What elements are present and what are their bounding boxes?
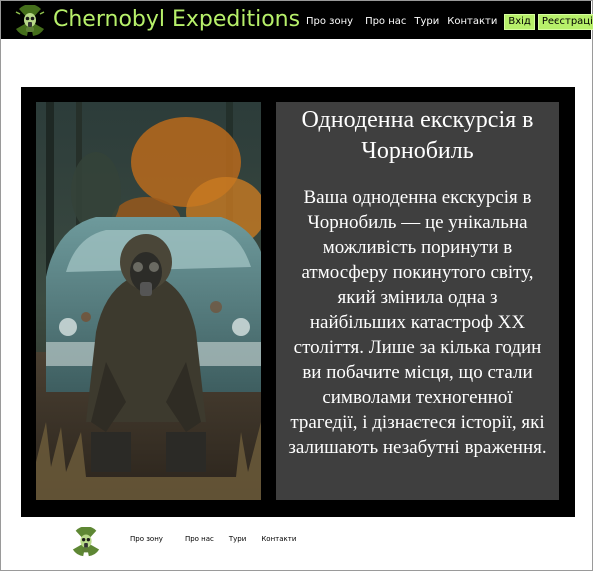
nav-about-us[interactable]: Про нас	[365, 16, 406, 28]
site-header: Chernobyl Expeditions Про зону Про нас Т…	[1, 1, 593, 39]
hero-text-panel: Одноденна екскурсія в Чорнобиль Ваша одн…	[276, 102, 559, 500]
footer-radiation-logo-icon[interactable]	[70, 526, 102, 557]
radiation-logo-icon[interactable]	[13, 4, 47, 37]
nav-tours[interactable]: Тури	[414, 16, 439, 28]
nav-contacts[interactable]: Контакти	[447, 16, 497, 28]
nav-about-zone[interactable]: Про зону	[306, 16, 353, 28]
hero-description: Ваша одноденна екскурсія в Чорнобиль — ц…	[288, 187, 547, 458]
footer-nav-tours[interactable]: Тури	[229, 535, 246, 544]
footer-nav-about-zone[interactable]: Про зону	[130, 535, 163, 544]
hero-photo	[36, 102, 261, 500]
footer-nav-contacts[interactable]: Контакти	[261, 535, 296, 544]
main-nav: Про зону Про нас Тури Контакти Вхід Реєс…	[306, 14, 593, 30]
register-button[interactable]: Реєстрація	[537, 14, 593, 30]
brand-name[interactable]: Chernobyl Expeditions	[53, 5, 300, 35]
login-button[interactable]: Вхід	[504, 14, 535, 30]
footer-nav-about-us[interactable]: Про нас	[185, 535, 214, 544]
hero-section: Одноденна екскурсія в Чорнобиль Ваша одн…	[21, 87, 575, 517]
footer-nav: Про зону Про нас Тури Контакти	[130, 535, 296, 544]
hero-title: Одноденна екскурсія в Чорнобиль	[301, 107, 534, 164]
